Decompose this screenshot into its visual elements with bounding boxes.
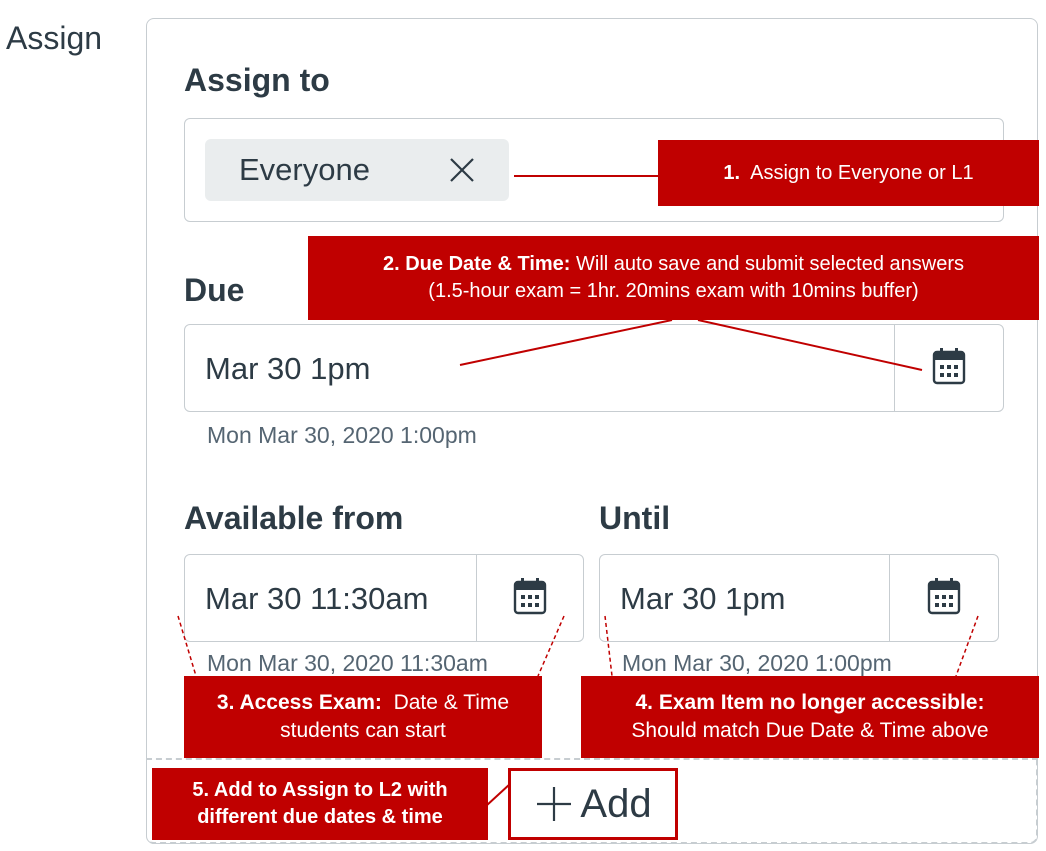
callout-access-exam: 3. Access Exam: Date & Time students can… [184,676,542,758]
everyone-chip: Everyone [205,139,509,201]
callout-due-date: 2. Due Date & Time: Will auto save and s… [308,236,1039,320]
available-from-field[interactable]: Mar 30 11:30am [184,554,584,642]
plus-icon [534,784,574,824]
callout-1-text: Assign to Everyone or L1 [750,161,974,184]
calendar-icon [513,577,547,620]
section-label: Assign [6,20,103,56]
calendar-icon [932,347,966,390]
callout-4-line2: Should match Due Date & Time above [631,719,989,742]
due-date-field[interactable]: Mar 30 1pm [184,324,1004,412]
calendar-icon [927,577,961,620]
assign-to-heading: Assign to [184,62,330,98]
available-from-hint: Mon Mar 30, 2020 11:30am [207,650,488,676]
callout-exam-end: 4. Exam Item no longer accessible: Shoul… [581,676,1039,758]
callout-2-line2: (1.5-hour exam = 1hr. 20mins exam with 1… [428,280,919,302]
close-icon[interactable] [447,155,477,190]
available-from-heading: Available from [184,500,404,536]
callout-4-title: 4. Exam Item no longer accessible: [635,690,985,714]
callout-3-text: Date & Time [393,690,510,714]
callout-assign-to: 1. Assign to Everyone or L1 [658,140,1039,206]
until-heading: Until [599,500,671,536]
until-calendar-button[interactable] [889,555,998,641]
until-field[interactable]: Mar 30 1pm [599,554,999,642]
callout-5-line2: different due dates & time [197,806,443,828]
add-button-label: Add [580,781,652,826]
callout-2-title: 2. Due Date & Time: [383,253,571,275]
callout-add-assignment: 5. Add to Assign to L2 with different du… [152,768,488,840]
chip-label: Everyone [239,152,370,187]
callout-2-text: Will auto save and submit selected answe… [576,253,964,275]
available-from-calendar-button[interactable] [476,555,583,641]
callout-3-line2: students can start [280,719,446,742]
available-from-value: Mar 30 11:30am [205,581,429,616]
due-heading: Due [184,272,245,308]
callout-1-number: 1. [723,161,741,184]
due-date-hint: Mon Mar 30, 2020 1:00pm [207,422,477,448]
due-date-value: Mar 30 1pm [205,351,371,386]
callout-3-title: 3. Access Exam: [216,690,382,714]
until-hint: Mon Mar 30, 2020 1:00pm [622,650,892,676]
add-button[interactable]: Add [508,768,678,840]
callout-5-line1: 5. Add to Assign to L2 with [192,779,448,801]
due-calendar-button[interactable] [894,325,1003,411]
until-value: Mar 30 1pm [620,581,786,616]
